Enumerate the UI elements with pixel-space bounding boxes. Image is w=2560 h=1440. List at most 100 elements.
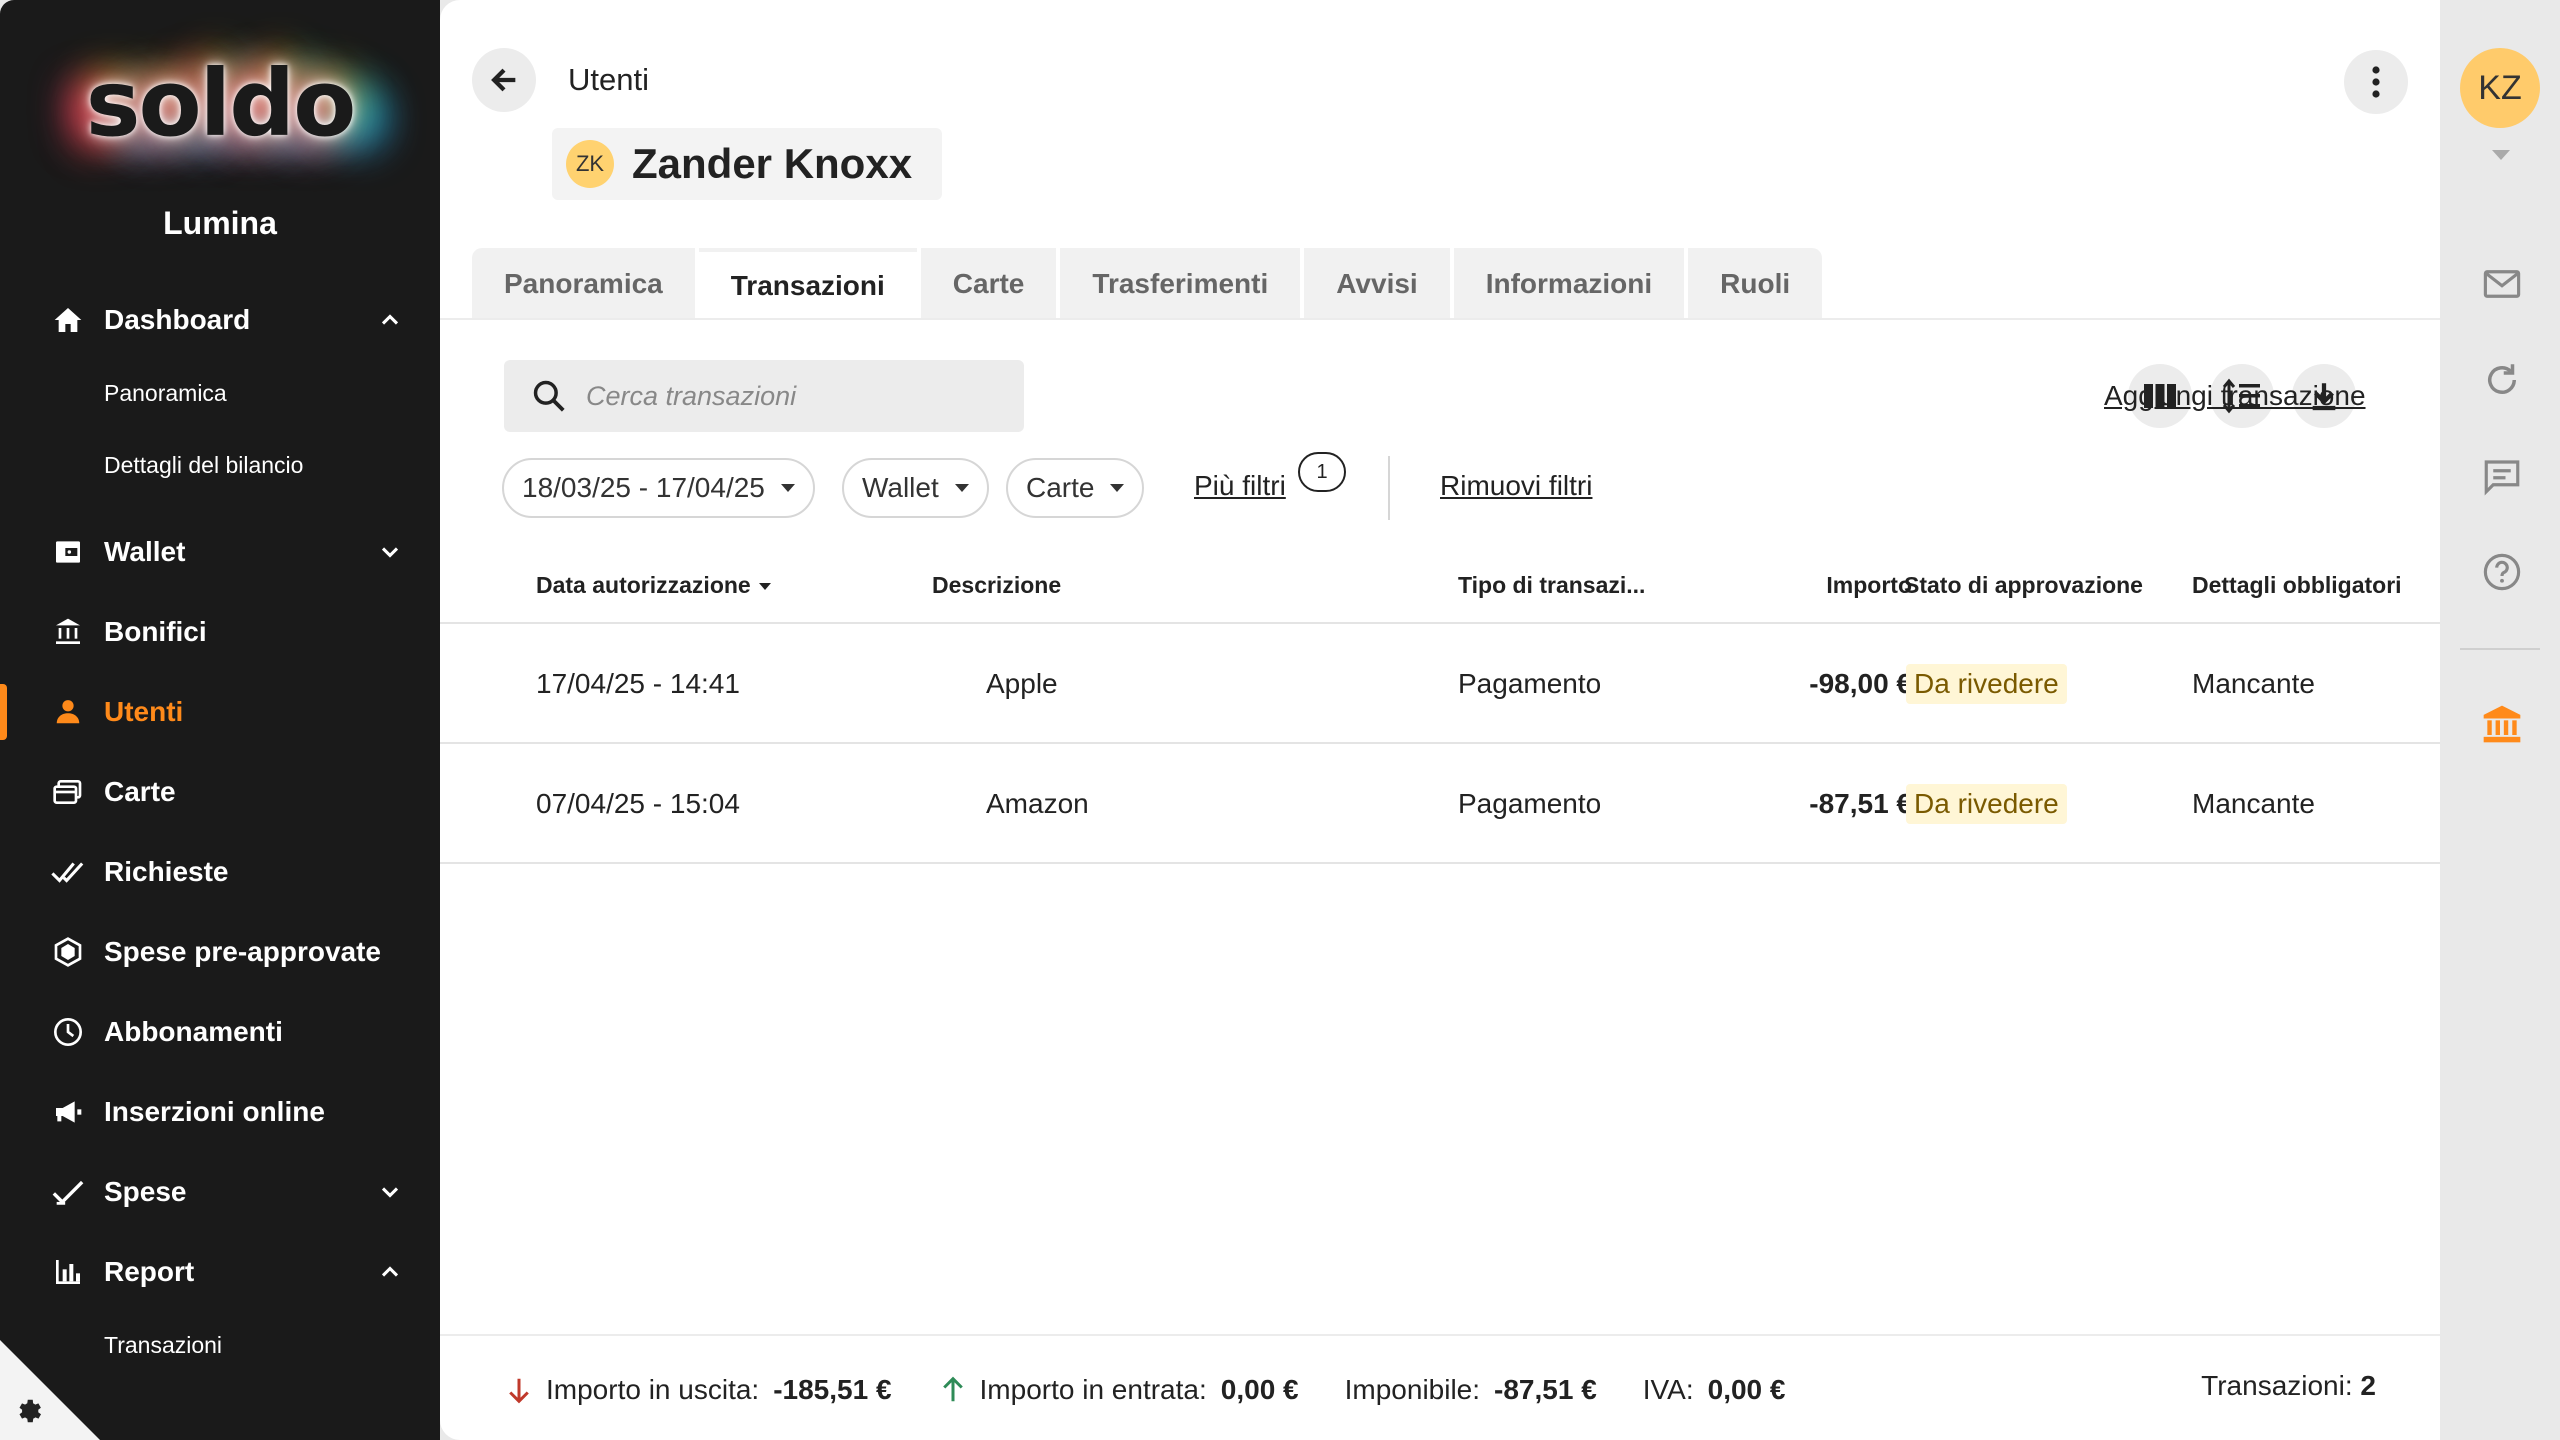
caret-down-icon (954, 484, 969, 492)
nav-sub-transazioni[interactable]: Transazioni (104, 1332, 222, 1359)
bank-icon[interactable] (2480, 702, 2524, 746)
right-rail: KZ (2440, 0, 2560, 1440)
bank-transfer-icon (48, 612, 88, 652)
cell-description: Amazon (986, 788, 1089, 819)
arrow-down-icon (509, 1378, 529, 1404)
transaction-count: Transazioni: 2 (2201, 1370, 2376, 1402)
search-input[interactable] (586, 380, 986, 412)
nav-richieste[interactable]: Richieste (0, 838, 440, 906)
cards-filter[interactable]: Carte (1006, 458, 1145, 518)
avatar[interactable]: KZ (2460, 48, 2540, 128)
column-header-status[interactable]: Stato di approvazione (1904, 572, 2143, 599)
count-value: 2 (2360, 1370, 2376, 1401)
clear-filters-link[interactable]: Rimuovi filtri (1440, 470, 1592, 502)
status-badge: Da rivedere (1906, 664, 2067, 704)
column-header-details[interactable]: Dettagli obbligatori (2192, 572, 2402, 599)
home-icon (48, 300, 88, 340)
kebab-menu-icon (2372, 66, 2380, 98)
wallet-icon (48, 532, 88, 572)
nav-utenti[interactable]: Utenti (0, 678, 440, 746)
column-header-type[interactable]: Tipo di transazi... (1458, 572, 1645, 599)
vat-total: IVA: 0,00 € (1643, 1374, 1786, 1406)
back-button[interactable] (472, 48, 536, 112)
refresh-icon[interactable] (2480, 358, 2524, 402)
date-range-filter[interactable]: 18/03/25 - 17/04/25 (502, 458, 815, 518)
incoming-label: Importo in entrata: (979, 1374, 1207, 1405)
nav-carte[interactable]: Carte (0, 758, 440, 826)
cell-details: Mancante (2192, 668, 2315, 699)
organization-name: Lumina (163, 205, 277, 241)
caret-down-icon[interactable] (2492, 150, 2510, 160)
nav-label: Utenti (104, 696, 184, 727)
nav-report[interactable]: Report (0, 1238, 440, 1306)
nav-dashboard[interactable]: Dashboard (0, 286, 440, 354)
caret-down-icon (1110, 484, 1125, 492)
totals-bar: Importo in uscita: -185,51 € Importo in e… (504, 1370, 1831, 1410)
nav-bonifici[interactable]: Bonifici (0, 598, 440, 666)
tab-trasferimenti[interactable]: Trasferimenti (1060, 248, 1301, 320)
help-icon[interactable] (2480, 550, 2524, 594)
table-row[interactable]: 17/04/25 - 14:41 Apple Pagamento -98,00 … (440, 624, 2440, 744)
avatar: ZK (566, 140, 614, 188)
sidebar: soldo Lumina Dashboard Panoramica Dettag… (0, 0, 440, 1440)
tab-carte[interactable]: Carte (920, 248, 1057, 320)
nav-label: Wallet (104, 536, 186, 567)
megaphone-icon (48, 1092, 88, 1132)
column-header-label: Data autorizzazione (536, 572, 751, 598)
vat-label: IVA: (1642, 1374, 1694, 1405)
chevron-down-icon (381, 547, 399, 558)
nav-sub-panoramica[interactable]: Panoramica (104, 380, 227, 407)
tab-ruoli[interactable]: Ruoli (1688, 248, 1823, 320)
user-icon (48, 692, 88, 732)
search-box[interactable] (504, 360, 1024, 432)
divider (2460, 648, 2540, 650)
tab-panoramica[interactable]: Panoramica (472, 248, 695, 320)
column-header-description[interactable]: Descrizione (932, 572, 1061, 599)
soldo-logo[interactable]: soldo (0, 50, 440, 157)
taxable-total: Imponibile: -87,51 € (1345, 1374, 1597, 1406)
tab-avvisi[interactable]: Avvisi (1304, 248, 1450, 320)
nav-wallet[interactable]: Wallet (0, 518, 440, 586)
taxable-value: -87,51 € (1494, 1374, 1597, 1405)
nav-label: Richieste (104, 856, 229, 887)
tab-transazioni[interactable]: Transazioni (698, 248, 917, 320)
nav-label: Abbonamenti (104, 1016, 283, 1047)
wallet-filter-value: Wallet (862, 472, 939, 503)
chat-icon[interactable] (2480, 454, 2524, 498)
nav-label: Carte (104, 776, 176, 807)
cell-amount: -98,00 € (1809, 668, 1912, 699)
incoming-value: 0,00 € (1220, 1374, 1299, 1405)
column-header-amount[interactable]: Importo (1778, 572, 1912, 599)
incoming-total: Importo in entrata: 0,00 € (938, 1374, 1299, 1406)
cell-details: Mancante (2192, 788, 2315, 819)
nav-label: Spese (104, 1176, 187, 1207)
mail-icon[interactable] (2480, 262, 2524, 306)
search-icon (533, 380, 565, 412)
clock-icon (48, 1012, 88, 1052)
breadcrumb[interactable]: Utenti (568, 62, 649, 98)
arrow-left-icon (491, 68, 516, 92)
wallet-filter[interactable]: Wallet (842, 458, 989, 518)
outgoing-total: Importo in uscita: -185,51 € (504, 1374, 892, 1406)
tab-informazioni[interactable]: Informazioni (1453, 248, 1685, 320)
main-panel: Utenti ZK Zander Knoxx Panoramica Transa… (440, 0, 2440, 1440)
nav-spese[interactable]: Spese (0, 1158, 440, 1226)
chevron-up-icon (381, 314, 399, 325)
tab-bar: Panoramica Transazioni Carte Trasferimen… (472, 248, 1826, 320)
table-row[interactable]: 07/04/25 - 15:04 Amazon Pagamento -87,51… (440, 744, 2440, 864)
add-transaction-link[interactable]: Aggiungi transazione (2104, 380, 2366, 412)
nav-abbonamenti[interactable]: Abbonamenti (0, 998, 440, 1066)
more-options-button[interactable] (2344, 50, 2408, 114)
more-filters-link[interactable]: Più filtri (1194, 470, 1286, 502)
nav-sub-dettagli-bilancio[interactable]: Dettagli del bilancio (104, 452, 303, 479)
nav-label: Spese pre-approvate (104, 936, 381, 967)
column-header-date[interactable]: Data autorizzazione (536, 572, 771, 599)
nav-inserzioni-online[interactable]: Inserzioni online (0, 1078, 440, 1146)
cell-type: Pagamento (1458, 788, 1602, 819)
cards-filter-value: Carte (1026, 472, 1095, 503)
nav-spese-pre-approvate[interactable]: Spese pre-approvate (0, 918, 440, 986)
nav-label: Report (104, 1256, 195, 1287)
cell-type: Pagamento (1458, 668, 1602, 699)
nav-label: Inserzioni online (104, 1096, 325, 1127)
settings-corner[interactable] (0, 1340, 100, 1440)
